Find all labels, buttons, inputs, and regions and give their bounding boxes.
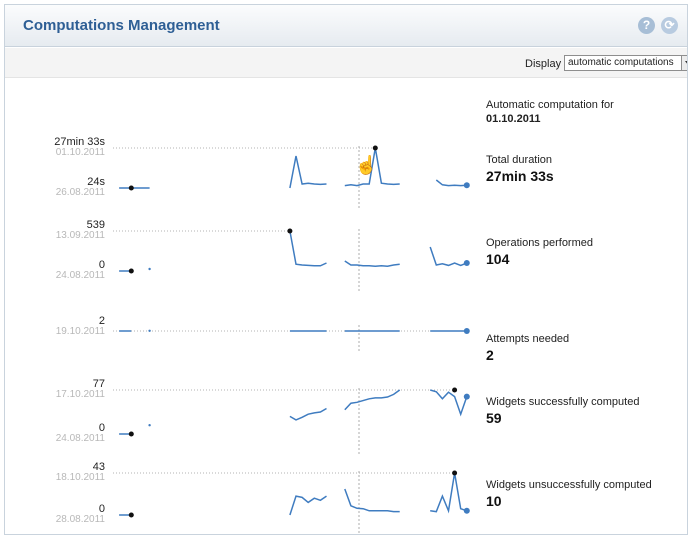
series-line bbox=[289, 155, 327, 189]
current-marker bbox=[463, 328, 470, 334]
series-line bbox=[435, 179, 467, 187]
series-line bbox=[289, 230, 327, 267]
min-marker bbox=[128, 431, 134, 437]
current-marker bbox=[463, 393, 470, 400]
computations-panel: Computations Management ? ⟳ Display auto… bbox=[4, 4, 688, 535]
hand-cursor-icon: ☝ bbox=[355, 155, 378, 175]
series-line bbox=[430, 472, 468, 514]
series-line bbox=[344, 260, 400, 267]
max-marker bbox=[372, 145, 378, 151]
max-marker bbox=[452, 387, 458, 393]
min-marker bbox=[128, 268, 134, 274]
metric-charts bbox=[113, 145, 470, 534]
max-marker bbox=[287, 228, 293, 234]
series-line bbox=[289, 407, 327, 421]
max-marker bbox=[452, 470, 458, 476]
series-line bbox=[344, 488, 400, 513]
series-line bbox=[344, 389, 401, 411]
current-marker bbox=[463, 507, 470, 514]
min-marker bbox=[128, 512, 134, 518]
min-marker bbox=[128, 185, 134, 191]
series-line bbox=[429, 246, 468, 267]
current-marker bbox=[463, 182, 470, 189]
series-line bbox=[289, 495, 327, 516]
series-line bbox=[429, 389, 468, 417]
current-marker bbox=[463, 260, 470, 266]
